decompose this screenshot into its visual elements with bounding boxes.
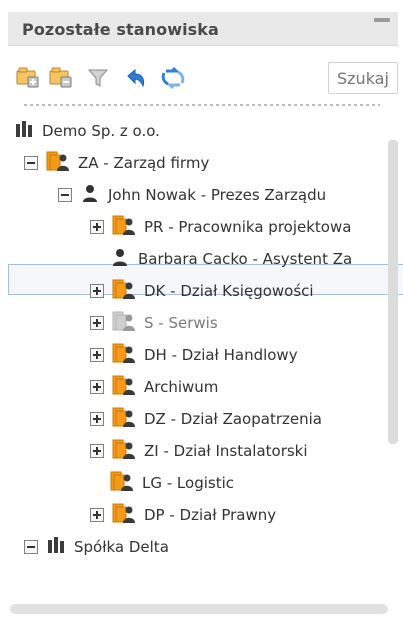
tree-item-label: Archiwum xyxy=(144,378,219,396)
tree-item-label: Demo Sp. z o.o. xyxy=(42,122,160,140)
collapse-node-icon[interactable] xyxy=(24,540,38,554)
undo-icon[interactable] xyxy=(122,64,150,92)
tree-item[interactable]: PR - Pracownika projektowa xyxy=(90,212,351,242)
collapse-icon[interactable] xyxy=(374,18,390,22)
folder-icon[interactable] xyxy=(47,64,75,92)
person-icon xyxy=(110,247,130,271)
tree-item[interactable]: DH - Dział Handlowy xyxy=(90,340,298,370)
expand-icon[interactable] xyxy=(90,316,104,330)
tree-item-label: DH - Dział Handlowy xyxy=(144,346,298,364)
expand-icon[interactable] xyxy=(90,508,104,522)
add-folder-icon[interactable] xyxy=(14,64,42,92)
tree-item[interactable]: DK - Dział Księgowości xyxy=(90,276,314,306)
tree-item-label: Barbara Cacko - Asystent Za xyxy=(138,250,353,268)
department-icon xyxy=(112,502,136,528)
department-icon xyxy=(110,470,134,496)
tree-item-label: DP - Dział Prawny xyxy=(144,506,277,524)
tree-item-label: DZ - Dział Zaopatrzenia xyxy=(144,410,322,428)
department-icon xyxy=(112,214,136,240)
company-icon xyxy=(14,119,34,143)
tree-view: Demo Sp. z o.o. ZA - Zarząd firmy John Now… xyxy=(0,116,392,606)
tree-item[interactable]: S - Serwis xyxy=(90,308,218,338)
department-icon xyxy=(112,406,136,432)
tree-item-label: PR - Pracownika projektowa xyxy=(144,218,352,236)
horizontal-scrollbar[interactable] xyxy=(10,604,388,614)
tree-item[interactable]: DP - Dział Prawny xyxy=(90,500,276,530)
search-input[interactable] xyxy=(328,62,398,94)
expand-icon[interactable] xyxy=(90,284,104,298)
department-icon xyxy=(112,374,136,400)
tree-item[interactable]: LG - Logistic xyxy=(110,468,234,498)
tree-item[interactable]: John Nowak - Prezes Zarządu xyxy=(58,180,326,210)
panel-title: Pozostałe stanowiska xyxy=(22,20,219,39)
department-icon xyxy=(46,150,70,176)
panel-header: Pozostałe stanowiska xyxy=(8,12,398,46)
tree-item-label: DK - Dział Księgowości xyxy=(144,282,314,300)
tree-item-label: John Nowak - Prezes Zarządu xyxy=(108,186,327,204)
tree-item[interactable]: ZA - Zarząd firmy xyxy=(24,148,209,178)
tree-item-selected[interactable]: Barbara Cacko - Asystent Za xyxy=(110,244,352,274)
toolbar-divider xyxy=(24,104,380,106)
department-icon xyxy=(112,342,136,368)
expand-icon[interactable] xyxy=(90,220,104,234)
expand-icon[interactable] xyxy=(90,412,104,426)
collapse-node-icon[interactable] xyxy=(24,156,38,170)
tree-item-label: Spółka Delta xyxy=(74,538,169,556)
company-icon xyxy=(46,535,66,559)
vertical-scrollbar[interactable] xyxy=(388,140,398,444)
tree-item[interactable]: Spółka Delta xyxy=(24,532,169,562)
department-icon xyxy=(112,438,136,464)
expand-icon[interactable] xyxy=(90,348,104,362)
tree-item-label: LG - Logistic xyxy=(142,474,234,492)
tree-item[interactable]: Archiwum xyxy=(90,372,218,402)
collapse-node-icon[interactable] xyxy=(58,188,72,202)
department-icon xyxy=(112,278,136,304)
tree-item[interactable]: Demo Sp. z o.o. xyxy=(14,116,160,146)
tree-item-label: ZA - Zarząd firmy xyxy=(78,154,210,172)
toolbar xyxy=(14,62,398,96)
tree-item[interactable]: ZI - Dział Instalatorski xyxy=(90,436,308,466)
department-icon xyxy=(112,310,136,336)
expand-icon[interactable] xyxy=(90,380,104,394)
person-icon xyxy=(80,183,100,207)
filter-icon[interactable] xyxy=(84,64,112,92)
expand-icon[interactable] xyxy=(90,444,104,458)
tree-item-label: S - Serwis xyxy=(144,314,218,332)
refresh-icon[interactable] xyxy=(159,64,187,92)
tree-item-label: ZI - Dział Instalatorski xyxy=(144,442,308,460)
tree-item[interactable]: DZ - Dział Zaopatrzenia xyxy=(90,404,322,434)
